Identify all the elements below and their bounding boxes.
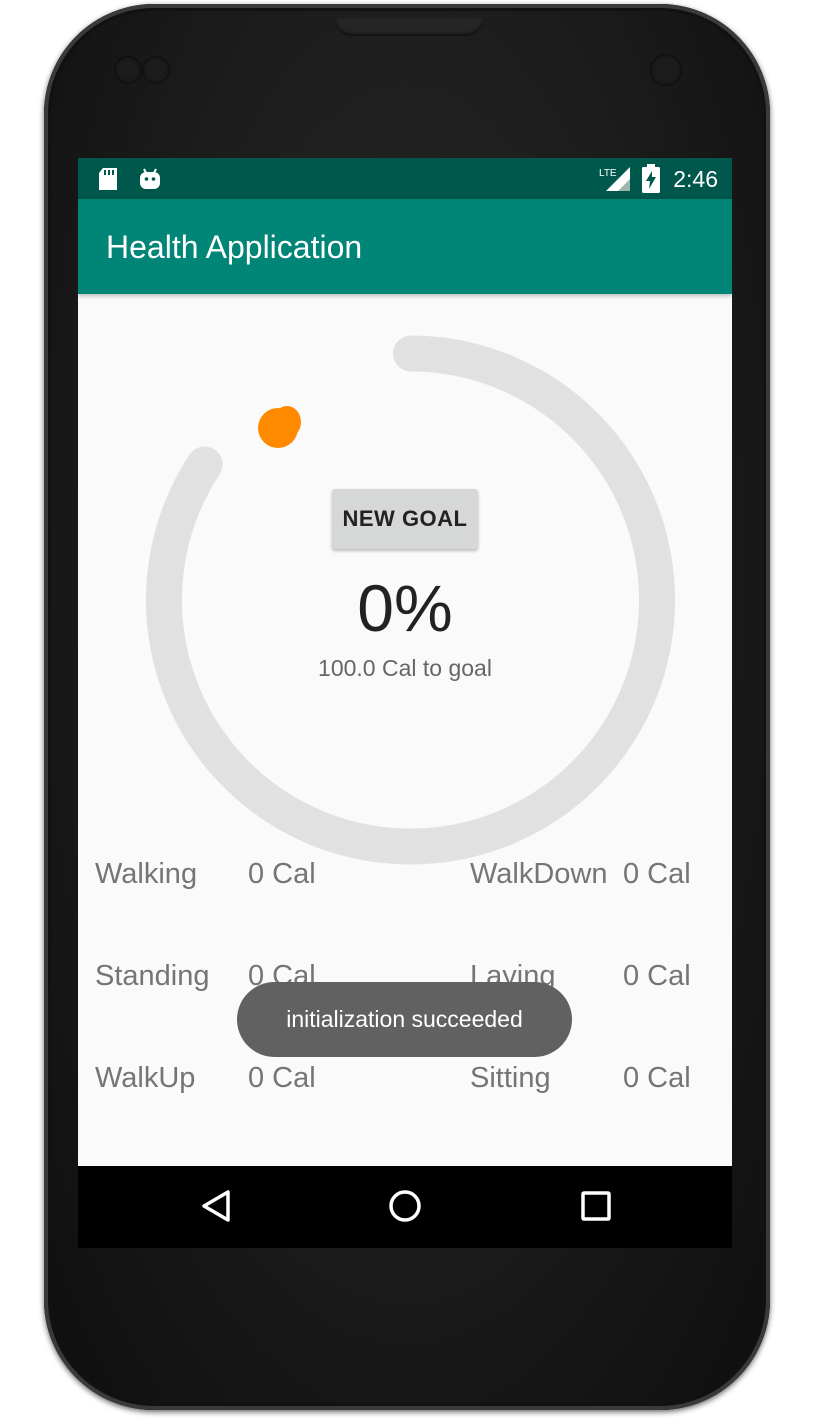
new-goal-button[interactable]: NEW GOAL [332,489,478,549]
activity-standing-label: Standing [95,960,210,992]
progress-percent: 0% [357,571,453,645]
network-type-label: LTE [599,168,617,179]
activity-walkup-label: WalkUp [95,1062,196,1094]
clock: 2:46 [673,166,718,192]
activity-sitting-value: 0 Cal [623,1062,691,1094]
sd-card-icon [97,167,119,196]
toast-message: initialization succeeded [237,982,572,1057]
device-screen: LTE 2:46 Health Application NEW GOAL 0% … [78,158,732,1248]
status-bar: LTE 2:46 [78,158,732,199]
earpiece-speaker [334,18,484,36]
sensor-left-2 [142,56,170,84]
home-icon[interactable] [385,1186,425,1231]
activity-walking-label: Walking [95,858,198,890]
activity-walkdown-label: WalkDown [470,858,608,890]
battery-charging-icon [641,164,661,199]
calories-to-goal: 100.0 Cal to goal [318,655,492,681]
activity-walkup-value: 0 Cal [248,1062,316,1094]
activity-laying-value: 0 Cal [623,960,691,992]
android-debug-icon [138,167,162,196]
app-bar: Health Application [78,199,732,294]
activity-sitting-label: Sitting [470,1062,551,1094]
front-camera [650,54,682,86]
back-icon[interactable] [196,1186,236,1231]
activity-walking-value: 0 Cal [248,858,316,890]
signal-icon: LTE [598,165,632,198]
activity-walkdown-value: 0 Cal [623,858,691,890]
sensor-left [114,56,142,84]
recents-icon[interactable] [576,1186,616,1231]
navigation-bar [78,1166,732,1248]
app-title: Health Application [106,229,363,265]
progress-indicator-tail [273,406,301,438]
